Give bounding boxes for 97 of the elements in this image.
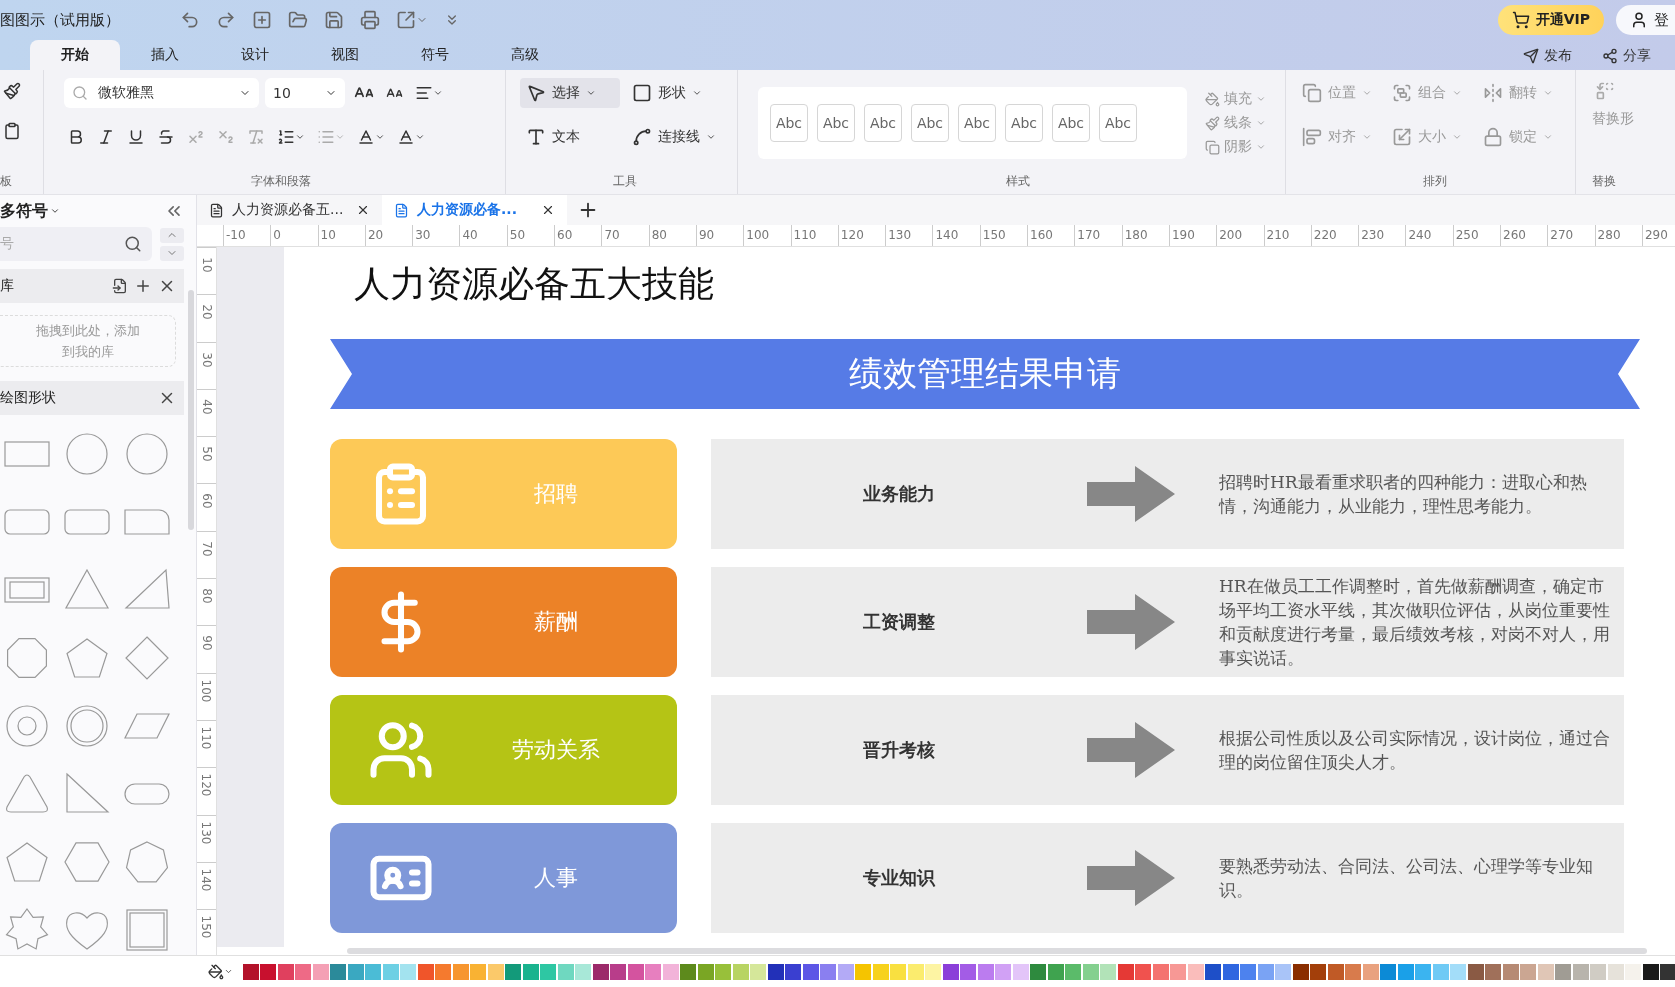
ruler-label: 100 <box>199 679 214 703</box>
ruler-label: 240 <box>1405 225 1453 246</box>
section-title: 库 <box>0 276 14 295</box>
group-label: 字体和段落 <box>249 173 312 190</box>
ruler-label: 30 <box>412 225 460 246</box>
ruler-label: 210 <box>1263 225 1311 246</box>
tool-button[interactable]: 形状 <box>626 78 726 108</box>
ruler-label: 260 <box>1500 225 1548 246</box>
ruler-label: 140 <box>932 225 980 246</box>
share-button[interactable]: 分享 <box>1596 42 1657 70</box>
ruler-label: 120 <box>837 225 886 246</box>
description-text: 要熟悉劳动法、合同法、公司法、心理学等专业知识。 <box>1219 855 1594 902</box>
group-label: 工具 <box>611 173 638 190</box>
description-text: HR在做员工工作调整时，首先做薪酬调查，确定市场平均工资水平线，其次做职位评估，从岗位重要性和贡献度进行考量，最后绩效考核，对岗不对人，用事实说话。 <box>1219 575 1611 670</box>
ruler-label: 20 <box>199 304 214 320</box>
ruler-label: 70 <box>199 541 214 557</box>
ruler-label: 90 <box>199 635 214 651</box>
tool-button[interactable]: 文本 <box>520 122 620 152</box>
vip-button[interactable]: 开通VIP <box>1497 5 1604 35</box>
ruler-label: -10 <box>223 225 271 246</box>
skill-label: 专业知识 <box>862 866 936 890</box>
skill-label: 晋升考核 <box>862 738 936 762</box>
ruler-label: 40 <box>459 225 507 246</box>
ruler-label: 290 <box>1641 225 1675 246</box>
group-label: 排列 <box>1421 173 1448 190</box>
ruler-label: 200 <box>1216 225 1264 246</box>
font-field[interactable]: 微软雅黑 <box>64 78 259 108</box>
ruler-label: 130 <box>885 225 933 246</box>
ruler-label: 60 <box>554 225 602 246</box>
group-label: 样式 <box>1004 173 1031 190</box>
category-label: 招聘 <box>532 480 579 508</box>
app-title: 图图示（试用版） <box>0 10 120 30</box>
ruler-label: 160 <box>1027 225 1075 246</box>
banner-text: 绩效管理结果申请 <box>849 352 1121 395</box>
ruler-label: 40 <box>199 399 214 415</box>
publish-button[interactable]: 发布 <box>1517 42 1578 70</box>
ruler-label: 0 <box>270 225 318 246</box>
ruler-label: 80 <box>199 588 214 604</box>
ruler-label: 190 <box>1168 225 1217 246</box>
skill-label: 工资调整 <box>862 610 936 634</box>
group-label: 板 <box>0 173 13 190</box>
style-swatch[interactable]: Abc <box>1005 104 1043 142</box>
style-swatch[interactable]: Abc <box>770 104 808 142</box>
ruler-label: 80 <box>648 225 696 246</box>
style-swatch[interactable]: Abc <box>958 104 996 142</box>
ruler-label: 50 <box>199 446 214 462</box>
ruler-label: 90 <box>695 225 744 246</box>
ruler-label: 120 <box>199 773 214 797</box>
description-text: 招聘时HR最看重求职者的四种能力：进取心和热情，沟通能力，从业能力，理性思考能力。 <box>1219 471 1588 518</box>
ruler-label: 10 <box>199 257 214 273</box>
ruler-label: 50 <box>506 225 555 246</box>
document-tab[interactable]: 人力资源必备五... <box>197 195 382 225</box>
category-label: 薪酬 <box>532 608 579 636</box>
ruler-label: 130 <box>199 821 214 844</box>
menu-tab[interactable]: 高级 <box>480 40 570 70</box>
style-swatch[interactable]: Abc <box>911 104 949 142</box>
login-button[interactable]: 登 <box>1616 5 1675 35</box>
menu-tab[interactable]: 插入 <box>120 40 210 70</box>
tool-button[interactable]: 选择 <box>520 78 620 108</box>
ruler-label: 150 <box>979 225 1028 246</box>
ruler-label: 100 <box>743 225 791 246</box>
style-swatch[interactable]: Abc <box>1052 104 1090 142</box>
menu-tab[interactable]: 符号 <box>390 40 480 70</box>
drop-hint: 拖拽到此处，添加到我的库 <box>34 322 141 362</box>
diagram-title: 人力资源必备五大技能 <box>354 262 715 306</box>
ruler-label: 60 <box>199 493 214 510</box>
menu-tab[interactable]: 开始 <box>30 40 120 70</box>
ruler-label: 250 <box>1452 225 1500 246</box>
ruler-label: 10 <box>317 225 365 246</box>
font-size-field[interactable]: 10 <box>265 78 345 108</box>
description-text: 根据公司性质以及公司实际情况，设计岗位，通过合理的岗位留住顶尖人才。 <box>1219 727 1611 774</box>
ruler-label: 70 <box>601 225 649 246</box>
skill-label: 业务能力 <box>862 482 936 506</box>
style-swatch[interactable]: Abc <box>817 104 855 142</box>
panel-title[interactable]: 多符号 <box>0 200 60 222</box>
menu-tab[interactable]: 设计 <box>210 40 300 70</box>
ruler-label: 280 <box>1594 225 1642 246</box>
ruler-label: 150 <box>199 915 214 939</box>
ruler-label: 30 <box>199 351 214 368</box>
ruler-label: 170 <box>1074 225 1122 246</box>
ruler-label: 20 <box>364 225 413 246</box>
ruler-label: 140 <box>199 868 214 892</box>
category-label: 人事 <box>532 864 579 892</box>
style-swatch[interactable]: Abc <box>1099 104 1137 142</box>
ruler-label: 180 <box>1121 225 1169 246</box>
ruler-label: 110 <box>199 726 214 750</box>
section-title: 绘图形状 <box>0 389 56 408</box>
style-swatch[interactable]: Abc <box>864 104 902 142</box>
menu-tab[interactable]: 视图 <box>300 40 390 70</box>
document-tab[interactable]: 人力资源必备... <box>382 195 567 225</box>
ruler-label: 220 <box>1310 225 1359 246</box>
tool-button[interactable]: 连接线 <box>626 122 726 152</box>
group-label: 替换 <box>1592 173 1617 190</box>
ruler-label: 270 <box>1547 225 1595 246</box>
category-label: 劳动关系 <box>510 736 601 764</box>
ruler-label: 230 <box>1358 225 1406 246</box>
ruler-label: 110 <box>790 225 838 246</box>
